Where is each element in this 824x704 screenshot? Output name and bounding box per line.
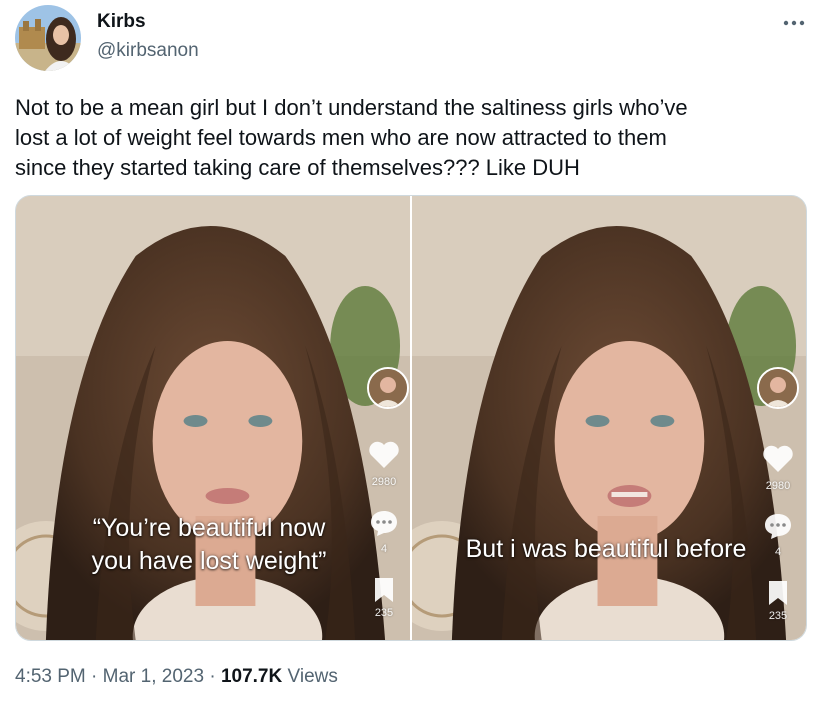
bookmark-icon — [375, 578, 393, 602]
saves-count: 235 — [768, 610, 788, 622]
tweet-time[interactable]: 4:53 PM — [15, 666, 86, 687]
author-handle[interactable]: @kirbsanon — [97, 40, 199, 62]
media-photo-2[interactable]: 2980 4 235 But i was beautiful before — [412, 196, 806, 640]
video-caption: But i was beautiful before — [465, 535, 747, 563]
likes-count: 2980 — [371, 476, 397, 488]
more-horizontal-icon — [783, 20, 805, 26]
media-photo-1[interactable]: 2980 4 235 “You’re beautiful now you hav… — [16, 196, 410, 640]
saves-count: 235 — [374, 607, 394, 619]
tweet-date[interactable]: Mar 1, 2023 — [103, 666, 204, 687]
media-grid: 2980 4 235 “You’re beautiful now you hav… — [15, 195, 807, 641]
heart-icon — [763, 445, 793, 472]
author-name[interactable]: Kirbs — [97, 11, 146, 33]
video-caption: “You’re beautiful now you have lost weig… — [91, 514, 327, 575]
creator-avatar — [757, 367, 799, 409]
likes-count: 2980 — [765, 480, 791, 492]
heart-icon — [369, 441, 399, 468]
video-frame-image — [412, 196, 806, 640]
more-options-button[interactable] — [776, 10, 812, 36]
views-count: 107.7K — [220, 666, 283, 687]
views-label: Views — [287, 666, 338, 687]
meta-separator: · — [91, 666, 98, 687]
tweet-text: Not to be a mean girl but I don’t unders… — [15, 95, 688, 180]
meta-separator: · — [209, 666, 216, 687]
bookmark-icon — [769, 581, 787, 605]
tweet-meta: 4:53 PM · Mar 1, 2023 · 107.7K Views — [15, 666, 338, 688]
avatar-image — [15, 5, 81, 71]
author-avatar[interactable] — [15, 5, 81, 71]
creator-avatar — [367, 367, 409, 409]
